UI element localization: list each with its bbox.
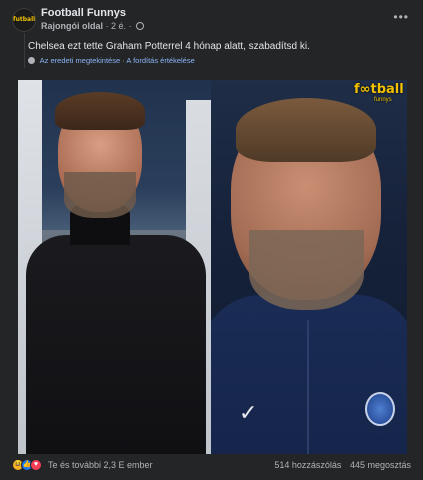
photo-right-portrait: ✓ xyxy=(211,80,407,454)
reactions-count[interactable]: Te és további 2,3 E ember xyxy=(48,460,153,470)
post-meta: Rajongói oldal · 2 é. · xyxy=(41,21,145,31)
translate-separator: · xyxy=(122,56,125,65)
watermark-subtitle: funnys xyxy=(374,97,392,103)
post-header: futball Football Funnys Rajongói oldal ·… xyxy=(12,6,411,34)
rate-translation-link[interactable]: A fordítás értékelése xyxy=(126,56,194,65)
photo-left-beard xyxy=(64,172,136,218)
avatar-logo-text: futball xyxy=(13,16,36,23)
meta-separator: · xyxy=(105,21,109,31)
post-footer: 😆 👍 ♥ Te és további 2,3 E ember 514 hozz… xyxy=(12,458,411,474)
globe-icon xyxy=(136,22,145,30)
photo-right-zip xyxy=(307,320,309,454)
post-text: Chelsea ezt tette Graham Potterrel 4 hón… xyxy=(28,41,310,52)
chelsea-crest-icon xyxy=(365,392,395,426)
love-icon: ♥ xyxy=(30,459,42,471)
photo-left-body xyxy=(26,235,206,454)
photo-right-hair xyxy=(236,98,376,162)
post-time[interactable]: 2 é. xyxy=(111,21,126,31)
photo-left-hair xyxy=(55,92,145,130)
watermark-logo: f∞tball xyxy=(354,82,404,97)
page-role: Rajongói oldal xyxy=(41,21,103,31)
translate-settings-icon xyxy=(28,57,35,64)
text-divider xyxy=(24,33,25,68)
photo-right-beard xyxy=(249,230,364,310)
comments-count[interactable]: 514 hozzászólás xyxy=(274,460,341,470)
nike-logo-icon: ✓ xyxy=(239,400,258,425)
engagement-counts: 514 hozzászólás 445 megosztás xyxy=(268,460,411,470)
more-options-button[interactable]: ••• xyxy=(393,10,409,24)
shares-count[interactable]: 445 megosztás xyxy=(350,460,411,470)
see-original-link[interactable]: Az eredeti megtekintése xyxy=(40,56,120,65)
photo-left-portrait xyxy=(18,80,211,454)
page-name-link[interactable]: Football Funnys xyxy=(41,7,126,19)
page-avatar[interactable]: futball xyxy=(12,8,36,32)
post-image[interactable]: ✓ f∞tball funnys xyxy=(18,80,407,454)
post-card: futball Football Funnys Rajongói oldal ·… xyxy=(0,0,423,480)
translation-row: Az eredeti megtekintése · A fordítás ért… xyxy=(28,56,195,65)
meta-separator: · xyxy=(128,21,132,31)
photo-right-jacket xyxy=(211,295,407,454)
